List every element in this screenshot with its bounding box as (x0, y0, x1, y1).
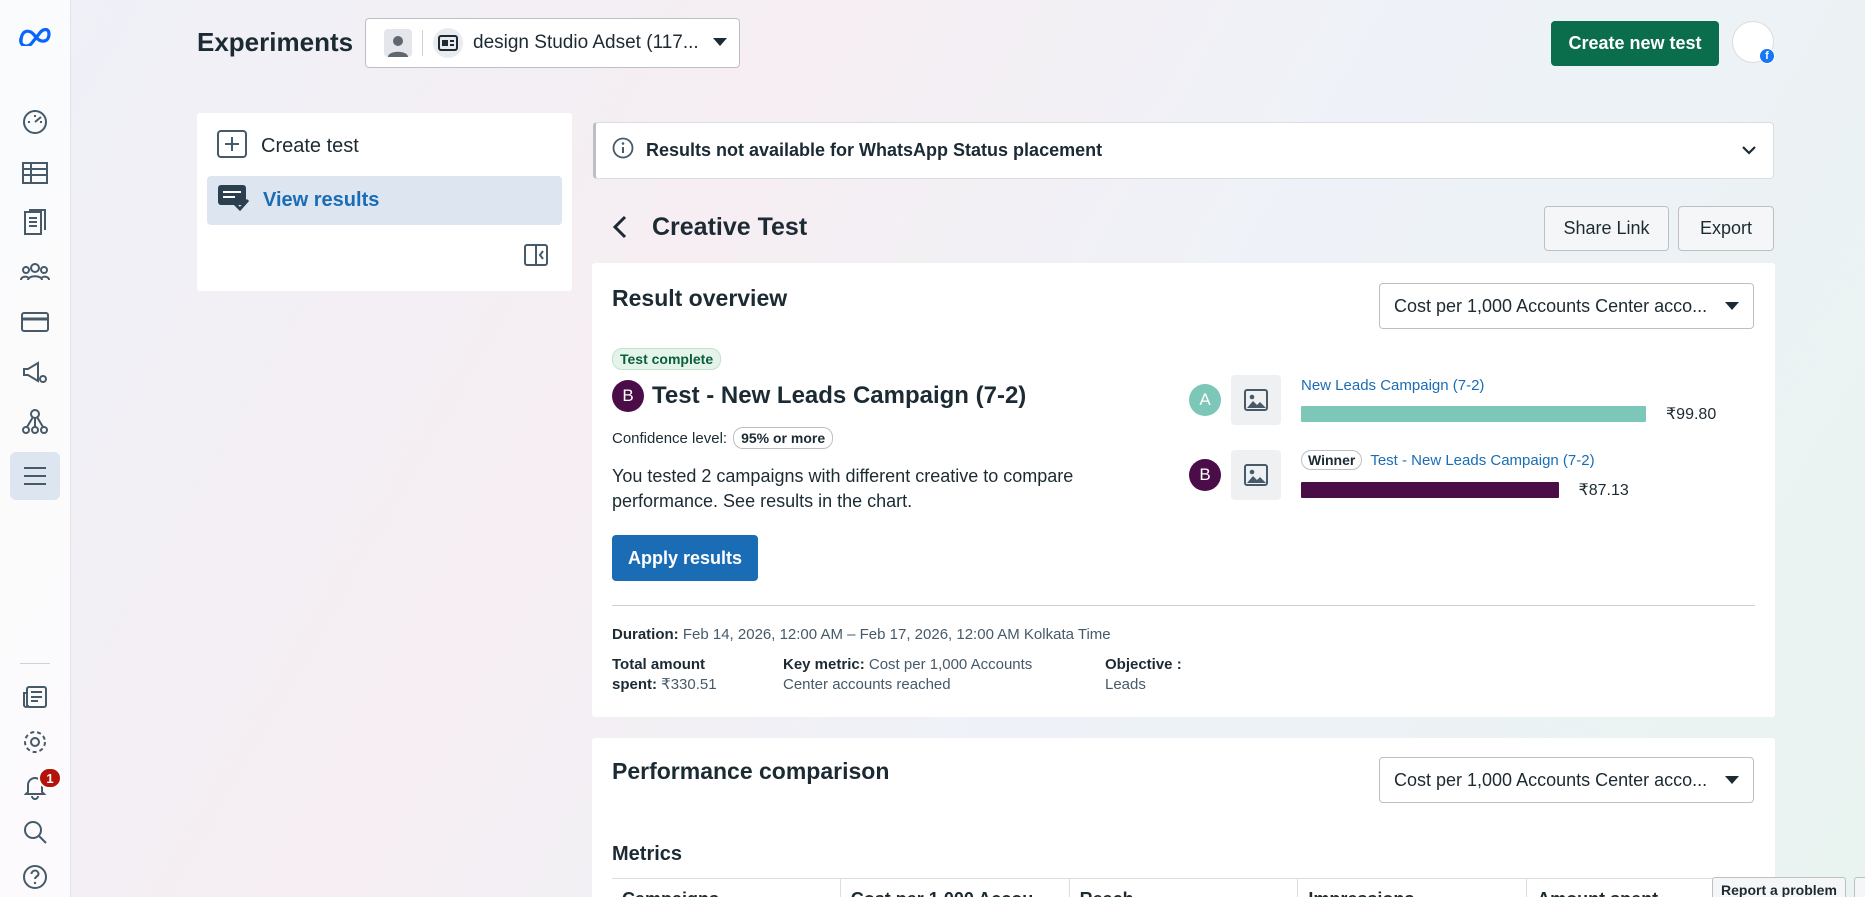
key-metric: Key metric: Cost per 1,000 Accounts Cent… (783, 655, 1053, 695)
page-title: Experiments (197, 27, 354, 57)
person-icon (384, 29, 412, 57)
column-header-impressions[interactable]: Impressions (1298, 879, 1528, 897)
objective-value: Leads (1105, 676, 1146, 693)
variant-b-bar (1301, 482, 1559, 498)
confidence-badge: 95% or more (733, 427, 834, 449)
experiments-nav-panel: Create test View results (197, 113, 572, 291)
chevron-down-icon[interactable] (1741, 142, 1757, 160)
variant-b-marker: B (1189, 459, 1221, 491)
left-rail: 1 (0, 0, 71, 897)
performance-title: Performance comparison (612, 758, 890, 784)
variant-a-bar (1301, 405, 1646, 422)
section-title: Creative Test (652, 213, 808, 241)
export-button[interactable]: Export (1678, 206, 1774, 251)
apply-results-button[interactable]: Apply results (612, 535, 758, 581)
plus-box-icon (217, 129, 247, 164)
variant-b-row: B Winner Test - New Leads Campaign (7-2)… (1189, 450, 1629, 500)
create-new-test-button[interactable]: Create new test (1551, 21, 1719, 66)
overview-metric-value: Cost per 1,000 Accounts Center acco... (1394, 295, 1708, 316)
audience-icon[interactable] (10, 248, 60, 296)
dashboard-icon[interactable] (10, 98, 60, 146)
result-overview-title: Result overview (612, 285, 788, 311)
facebook-icon: f (1759, 48, 1775, 64)
duration: Duration: Feb 14, 2026, 12:00 AM – Feb 1… (612, 625, 1111, 645)
total-spent: Total amount spent: ₹330.51 (612, 655, 732, 695)
objective: Objective : Leads (1105, 655, 1195, 695)
report-problem-button[interactable]: Report a problem (1712, 877, 1846, 897)
image-icon (1231, 450, 1281, 500)
table-icon[interactable] (10, 149, 60, 197)
variant-b-marker: B (612, 380, 644, 412)
chevron-down-icon (1725, 776, 1739, 784)
performance-comparison-card: Performance comparison Cost per 1,000 Ac… (592, 738, 1775, 897)
duration-value: Feb 14, 2026, 12:00 AM – Feb 17, 2026, 1… (682, 626, 1111, 643)
notification-count-badge: 1 (38, 767, 62, 789)
metrics-title: Metrics (612, 843, 683, 865)
ads-manager-icon[interactable] (10, 348, 60, 396)
variant-a-value: ₹99.80 (1666, 405, 1717, 423)
account-divider (422, 30, 423, 56)
tree-icon[interactable] (10, 398, 60, 446)
nav-create-test-label: Create test (261, 135, 359, 157)
info-icon (612, 137, 634, 164)
status-badge: Test complete (612, 348, 722, 370)
report-problem-secondary-button[interactable] (1854, 877, 1865, 897)
ad-account-selector[interactable]: design Studio Adset (117... (365, 18, 740, 68)
search-icon[interactable] (10, 808, 60, 856)
column-header-campaigns[interactable]: Campaigns (612, 879, 841, 897)
help-icon[interactable] (10, 853, 60, 897)
banner-text: Results not available for WhatsApp Statu… (646, 140, 1103, 160)
settings-gear-icon[interactable] (10, 718, 60, 766)
rail-divider (20, 663, 50, 664)
winner-heading: B Test - New Leads Campaign (7-2) (612, 380, 1026, 412)
chevron-down-icon (713, 34, 727, 52)
variant-b-link[interactable]: Test - New Leads Campaign (7-2) (1370, 452, 1594, 469)
duration-label: Duration: (612, 626, 679, 643)
result-overview-card: Result overview Cost per 1,000 Accounts … (592, 263, 1775, 717)
total-spent-value: ₹330.51 (661, 676, 717, 693)
variant-b-value: ₹87.13 (1578, 482, 1629, 499)
account-name: design Studio Adset (117... (473, 32, 699, 53)
chevron-down-icon (1725, 302, 1739, 310)
performance-metric-dropdown[interactable]: Cost per 1,000 Accounts Center acco... (1379, 757, 1754, 803)
key-metric-label: Key metric: (783, 656, 865, 673)
overview-divider (612, 605, 1755, 606)
back-arrow-icon[interactable] (610, 214, 632, 245)
variant-a-marker: A (1189, 384, 1221, 416)
catalog-icon[interactable] (10, 198, 60, 246)
winner-badge: Winner (1301, 450, 1363, 470)
news-icon[interactable] (10, 673, 60, 721)
confidence-label: Confidence level: (612, 429, 728, 447)
meta-logo[interactable] (10, 12, 60, 60)
confidence-level: Confidence level: 95% or more (612, 427, 834, 449)
winner-name: Test - New Leads Campaign (7-2) (652, 382, 1027, 409)
billing-icon[interactable] (10, 298, 60, 346)
nav-create-test[interactable]: Create test (207, 122, 562, 171)
profile-avatar[interactable]: f (1732, 21, 1775, 64)
ad-account-icon (433, 28, 463, 58)
nav-view-results-label: View results (263, 189, 380, 211)
image-icon (1231, 375, 1281, 425)
all-tools-icon[interactable] (10, 452, 60, 500)
share-link-button[interactable]: Share Link (1544, 206, 1669, 251)
variant-a-link[interactable]: New Leads Campaign (7-2) (1301, 377, 1716, 394)
result-summary: You tested 2 campaigns with different cr… (612, 466, 1074, 511)
performance-metric-value: Cost per 1,000 Accounts Center acco... (1394, 769, 1708, 790)
collapse-panel-icon[interactable] (524, 244, 548, 271)
overview-metric-dropdown[interactable]: Cost per 1,000 Accounts Center acco... (1379, 283, 1754, 329)
column-header-cost[interactable]: Cost per 1,000 Accou... (841, 879, 1070, 897)
results-icon (217, 184, 250, 218)
column-header-reach[interactable]: Reach (1070, 879, 1299, 897)
variant-a-row: A New Leads Campaign (7-2) ₹99.80 (1189, 375, 1716, 425)
info-banner[interactable]: Results not available for WhatsApp Statu… (593, 122, 1774, 179)
objective-label: Objective : (1105, 656, 1182, 673)
metrics-table-header: Campaigns Cost per 1,000 Accou... Reach … (612, 878, 1755, 897)
nav-view-results[interactable]: View results (207, 176, 562, 225)
